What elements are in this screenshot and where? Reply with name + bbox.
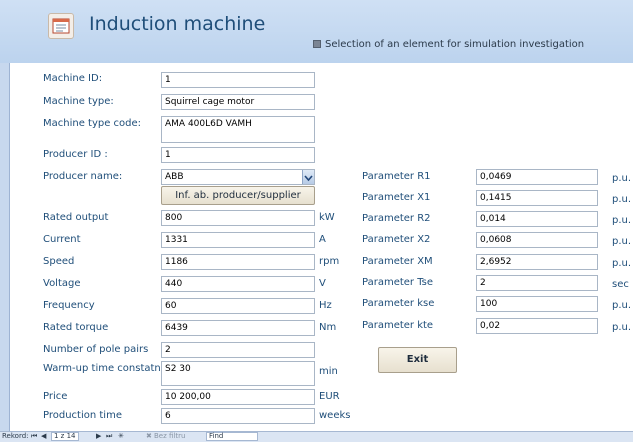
current-unit: A — [319, 234, 326, 245]
param-r2-field[interactable]: 0,014 — [476, 211, 598, 227]
param-r1-unit: p.u. — [612, 173, 632, 184]
rated-torque-label: Rated torque — [43, 322, 109, 333]
machine-type-code-label: Machine type code: — [43, 118, 142, 129]
machine-type-label: Machine type: — [43, 96, 114, 107]
speed-label: Speed — [43, 256, 75, 267]
producer-id-field[interactable]: 1 — [161, 147, 315, 163]
param-r2-label: Parameter R2 — [362, 213, 431, 224]
rated-output-unit: kW — [319, 212, 335, 223]
warmup-time-field[interactable]: S2 30 — [161, 361, 315, 386]
param-kte-unit: p.u. — [612, 322, 632, 333]
page-title: Induction machine — [89, 13, 266, 35]
production-time-field[interactable]: 6 — [161, 408, 315, 424]
production-time-label: Production time — [43, 410, 122, 421]
next-record-icon[interactable]: ▶ — [96, 432, 101, 441]
record-label: Rekord: — [2, 432, 29, 440]
param-kse-label: Parameter kse — [362, 298, 435, 309]
machine-type-code-field[interactable]: AMA 400L6D VAMH — [161, 116, 315, 143]
param-tse-field[interactable]: 2 — [476, 275, 598, 291]
current-label: Current — [43, 234, 81, 245]
machine-id-label: Machine ID: — [43, 73, 103, 84]
simulation-selection-label: Selection of an element for simulation i… — [325, 39, 585, 50]
price-unit: EUR — [319, 391, 340, 402]
param-x2-label: Parameter X2 — [362, 234, 431, 245]
pole-pairs-field[interactable]: 2 — [161, 342, 315, 358]
param-xm-unit: p.u. — [612, 258, 632, 269]
voltage-label: Voltage — [43, 278, 81, 289]
warmup-time-unit: min — [319, 366, 338, 377]
speed-field[interactable]: 1186 — [161, 254, 315, 270]
frequency-field[interactable]: 60 — [161, 298, 315, 314]
speed-unit: rpm — [319, 256, 340, 267]
frequency-unit: Hz — [319, 300, 332, 311]
voltage-field[interactable]: 440 — [161, 276, 315, 292]
param-r1-label: Parameter R1 — [362, 171, 431, 182]
param-x1-field[interactable]: 0,1415 — [476, 190, 598, 206]
pole-pairs-label: Number of pole pairs — [43, 344, 149, 355]
param-tse-unit: sec — [612, 279, 629, 290]
form-icon — [48, 13, 74, 39]
price-label: Price — [43, 391, 68, 402]
warmup-time-label: Warm-up time constatnt — [43, 363, 165, 374]
filter-icon[interactable]: ✖ — [146, 432, 152, 441]
voltage-unit: V — [319, 278, 326, 289]
record-selector-bar[interactable] — [0, 63, 10, 431]
param-x2-field[interactable]: 0,0608 — [476, 232, 598, 248]
last-record-icon[interactable]: ⏭ — [106, 432, 112, 441]
rated-output-field[interactable]: 800 — [161, 210, 315, 226]
frequency-label: Frequency — [43, 300, 95, 311]
param-kse-field[interactable]: 100 — [476, 296, 598, 312]
machine-id-field[interactable]: 1 — [161, 72, 315, 88]
rated-torque-unit: Nm — [319, 322, 337, 333]
param-r1-field[interactable]: 0,0469 — [476, 169, 598, 185]
param-kte-label: Parameter kte — [362, 320, 434, 331]
producer-id-label: Producer ID : — [43, 149, 108, 160]
price-field[interactable]: 10 200,00 — [161, 389, 315, 405]
param-x2-unit: p.u. — [612, 236, 632, 247]
producer-name-label: Producer name: — [43, 171, 123, 182]
param-kse-unit: p.u. — [612, 300, 632, 311]
current-field[interactable]: 1331 — [161, 232, 315, 248]
previous-record-icon[interactable]: ◀ — [41, 432, 46, 441]
production-time-unit: weeks — [319, 410, 351, 421]
producer-info-button[interactable]: Inf. ab. producer/supplier — [161, 186, 315, 205]
record-navigation-bar: Rekord: ⏮ ◀ 1 z 14 ▶ ⏭ ✳ ✖ Bez filtru Fi… — [0, 431, 633, 442]
exit-button[interactable]: Exit — [378, 347, 457, 373]
param-kte-field[interactable]: 0,02 — [476, 318, 598, 334]
new-record-icon[interactable]: ✳ — [118, 432, 124, 441]
param-xm-field[interactable]: 2,6952 — [476, 254, 598, 270]
simulation-selection-checkbox[interactable] — [313, 40, 321, 48]
param-x1-label: Parameter X1 — [362, 192, 431, 203]
first-record-icon[interactable]: ⏮ — [31, 432, 37, 441]
param-xm-label: Parameter XM — [362, 256, 433, 267]
producer-name-combobox[interactable]: ABB — [161, 169, 315, 185]
rated-output-label: Rated output — [43, 212, 109, 223]
filter-status[interactable]: Bez filtru — [154, 432, 185, 441]
param-tse-label: Parameter Tse — [362, 277, 434, 288]
rated-torque-field[interactable]: 6439 — [161, 320, 315, 336]
search-input[interactable]: Find — [206, 432, 258, 441]
param-x1-unit: p.u. — [612, 194, 632, 205]
param-r2-unit: p.u. — [612, 215, 632, 226]
chevron-down-icon[interactable] — [302, 170, 314, 184]
record-position-input[interactable]: 1 z 14 — [51, 432, 79, 441]
machine-type-field[interactable]: Squirrel cage motor — [161, 94, 315, 110]
